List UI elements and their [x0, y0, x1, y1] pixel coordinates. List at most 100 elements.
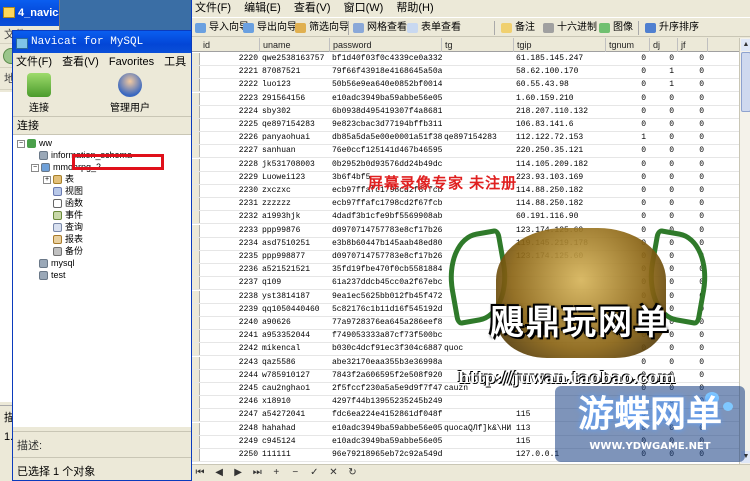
cell-password[interactable]: 6b0938d495419307f4a8681 — [330, 106, 442, 118]
cell-id[interactable]: 2223 — [200, 93, 260, 105]
cell-password[interactable]: 4297f44b13955235245b2497 — [330, 396, 442, 408]
cell-password[interactable]: b030c4dcf91ec3f304c6887c — [330, 343, 442, 355]
cell-id[interactable]: 2233 — [200, 225, 260, 237]
cell-tgip[interactable]: 60.55.43.98 — [514, 79, 606, 91]
row-selector[interactable] — [192, 185, 200, 197]
cell-id[interactable]: 2235 — [200, 251, 260, 263]
cell-password[interactable]: 96e79218965eb72c92a549dd — [330, 449, 442, 461]
tree-db-mysql[interactable]: mysql — [39, 257, 75, 269]
apply-icon[interactable]: ✓ — [306, 465, 322, 481]
cell-uname[interactable]: qq1050440460 — [260, 304, 330, 316]
cell-password[interactable]: 2f5fccf230a5a5e9d9f7f47f — [330, 383, 442, 395]
cell-uname[interactable]: ppp99876 — [260, 225, 330, 237]
cell-id[interactable]: 2229 — [200, 172, 260, 184]
cell-password[interactable]: db85a5da5e00e0001a51f38a — [330, 132, 442, 144]
menu-view[interactable]: 查看(V) — [294, 2, 331, 14]
cell-tgnum[interactable]: 0 — [606, 53, 650, 65]
previous-record-icon[interactable]: ◀ — [211, 465, 227, 481]
row-selector[interactable] — [192, 409, 200, 422]
hex-button[interactable]: 十六进制 — [542, 20, 597, 36]
cell-id[interactable]: 2230 — [200, 185, 260, 197]
menu-window[interactable]: 窗口(W) — [344, 2, 384, 14]
tree-views[interactable]: 视图 — [53, 185, 83, 197]
cell-tgip[interactable]: 61.185.145.247 — [514, 53, 606, 65]
cell-tgnum[interactable]: 1 — [606, 132, 650, 144]
cell-dj[interactable]: 0 — [650, 198, 678, 210]
cell-id[interactable]: 2226 — [200, 132, 260, 144]
cell-tgnum[interactable]: 0 — [606, 66, 650, 78]
cell-tg[interactable] — [442, 79, 514, 91]
cell-password[interactable]: e10adc3949ba59abbe56e057 — [330, 423, 442, 435]
table-row[interactable]: 2220 qwe2538163757 bf1d40f03f0c4339ce0a332… — [192, 53, 739, 66]
table-row[interactable]: 2225 qe897154283 9e823cbac3d77194bffb3113 1… — [192, 119, 739, 132]
cell-id[interactable]: 2221 — [200, 66, 260, 78]
add-record-icon[interactable]: + — [268, 465, 284, 481]
row-selector[interactable] — [192, 53, 200, 65]
row-selector[interactable] — [192, 369, 200, 382]
cell-password[interactable]: 4dadf3b1cfe9bf5569908ab1 — [330, 211, 442, 223]
menu-file[interactable]: 文件(F) — [16, 56, 52, 68]
cell-tg[interactable] — [442, 159, 514, 171]
cell-tgnum[interactable]: 0 — [606, 119, 650, 131]
cell-jf[interactable]: 0 — [678, 106, 708, 118]
row-selector[interactable] — [192, 422, 200, 435]
tree-reports[interactable]: 报表 — [53, 233, 83, 245]
row-selector[interactable] — [192, 171, 200, 184]
cell-password[interactable]: 7843f2a606595f2e508f9205 — [330, 370, 442, 382]
row-selector[interactable] — [192, 237, 200, 250]
cell-id[interactable]: 2239 — [200, 304, 260, 316]
cell-password[interactable]: fdc6ea224e4152861df048fc — [330, 409, 442, 421]
row-selector[interactable] — [192, 158, 200, 171]
cell-password[interactable]: 61a237ddcb45cc0a2f67ebc8 — [330, 277, 442, 289]
cell-id[interactable]: 2242 — [200, 343, 260, 355]
menu-edit[interactable]: 编辑(E) — [244, 2, 281, 14]
column-header-dj[interactable]: dj — [650, 38, 678, 52]
cell-uname[interactable]: 291564156 — [260, 93, 330, 105]
tree-tables[interactable]: + 表 — [43, 173, 74, 185]
cell-id[interactable]: 2222 — [200, 79, 260, 91]
cell-password[interactable]: ecb97ffafc1798cd2f67fcbc — [330, 198, 442, 210]
cell-tgnum[interactable]: 0 — [606, 198, 650, 210]
cell-id[interactable]: 2245 — [200, 383, 260, 395]
cell-id[interactable]: 2241 — [200, 330, 260, 342]
cell-id[interactable]: 2228 — [200, 159, 260, 171]
cell-tg[interactable] — [442, 53, 514, 65]
cell-jf[interactable]: 0 — [678, 145, 708, 157]
row-selector[interactable] — [192, 303, 200, 316]
table-row[interactable]: 2222 luo123 50b56e9ea640e0852bf00143 60.55.… — [192, 79, 739, 93]
grid-view-button[interactable]: 网格查看 — [352, 20, 407, 36]
cell-dj[interactable]: 0 — [650, 159, 678, 171]
cell-tgnum[interactable]: 0 — [606, 185, 650, 197]
cell-tg[interactable] — [442, 145, 514, 157]
first-record-icon[interactable]: ⏮ — [192, 465, 208, 481]
column-header-tg[interactable]: tg — [442, 38, 514, 52]
delete-record-icon[interactable]: − — [287, 465, 303, 481]
cell-tg[interactable] — [442, 106, 514, 118]
collapse-icon[interactable]: − — [31, 163, 39, 172]
cell-tg[interactable] — [442, 93, 514, 105]
cell-id[interactable]: 2244 — [200, 370, 260, 382]
form-view-button[interactable]: 表单查看 — [406, 20, 461, 36]
cell-uname[interactable]: jk531708003 — [260, 159, 330, 171]
cell-uname[interactable]: qwe2538163757 — [260, 53, 330, 65]
column-header-tgip[interactable]: tgip — [514, 38, 606, 52]
table-row[interactable]: 2224 sby302 6b0938d495419307f4a8681 218.207… — [192, 105, 739, 119]
row-selector[interactable] — [192, 343, 200, 356]
row-selector[interactable] — [192, 449, 200, 461]
connect-button[interactable]: 连接 — [19, 73, 59, 114]
cell-dj[interactable]: 0 — [650, 185, 678, 197]
cell-tgip[interactable]: 112.122.72.153 — [514, 132, 606, 144]
memo-button[interactable]: 备注 — [500, 20, 535, 36]
cell-uname[interactable]: Luowei123 — [260, 172, 330, 184]
cell-jf[interactable]: 0 — [678, 185, 708, 197]
cell-uname[interactable]: hahahad — [260, 423, 330, 435]
cell-tgnum[interactable]: 0 — [606, 145, 650, 157]
cell-uname[interactable]: cau2nghao1 — [260, 383, 330, 395]
cell-password[interactable]: 76e0ccf125141d467b465951 — [330, 145, 442, 157]
row-selector[interactable] — [192, 92, 200, 105]
cell-id[interactable]: 2224 — [200, 106, 260, 118]
cell-tg[interactable] — [442, 66, 514, 78]
cell-uname[interactable]: qe897154283 — [260, 119, 330, 131]
filter-wizard-button[interactable]: 筛选向导 — [294, 20, 349, 36]
row-selector[interactable] — [192, 264, 200, 277]
